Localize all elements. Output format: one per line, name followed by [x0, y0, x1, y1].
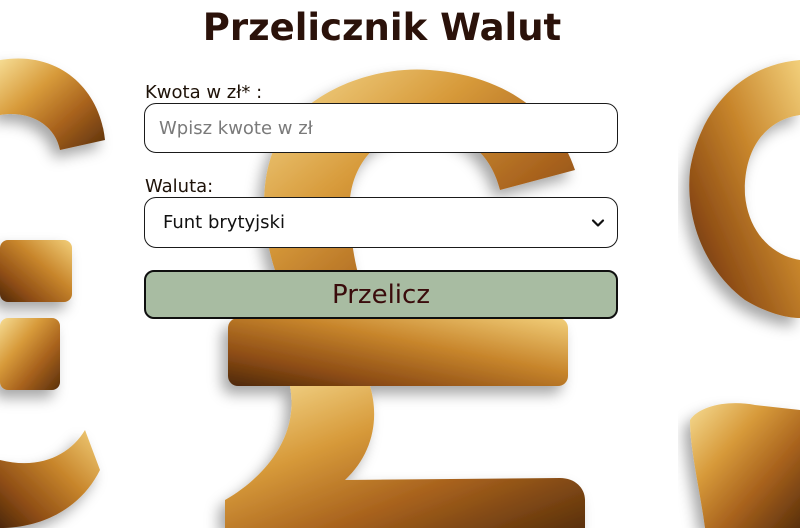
currency-label: Waluta: — [145, 176, 214, 197]
currency-select[interactable]: Funt brytyjski — [144, 197, 618, 248]
converter-form: Przelicznik Walut Kwota w zł* : Waluta: … — [0, 0, 800, 528]
amount-label: Kwota w zł* : — [145, 82, 263, 103]
chevron-down-icon — [591, 218, 605, 227]
amount-input[interactable] — [144, 103, 618, 153]
currency-selected-value: Funt brytyjski — [163, 212, 285, 233]
page-title: Przelicznik Walut — [202, 6, 562, 49]
convert-button[interactable]: Przelicz — [144, 270, 618, 319]
